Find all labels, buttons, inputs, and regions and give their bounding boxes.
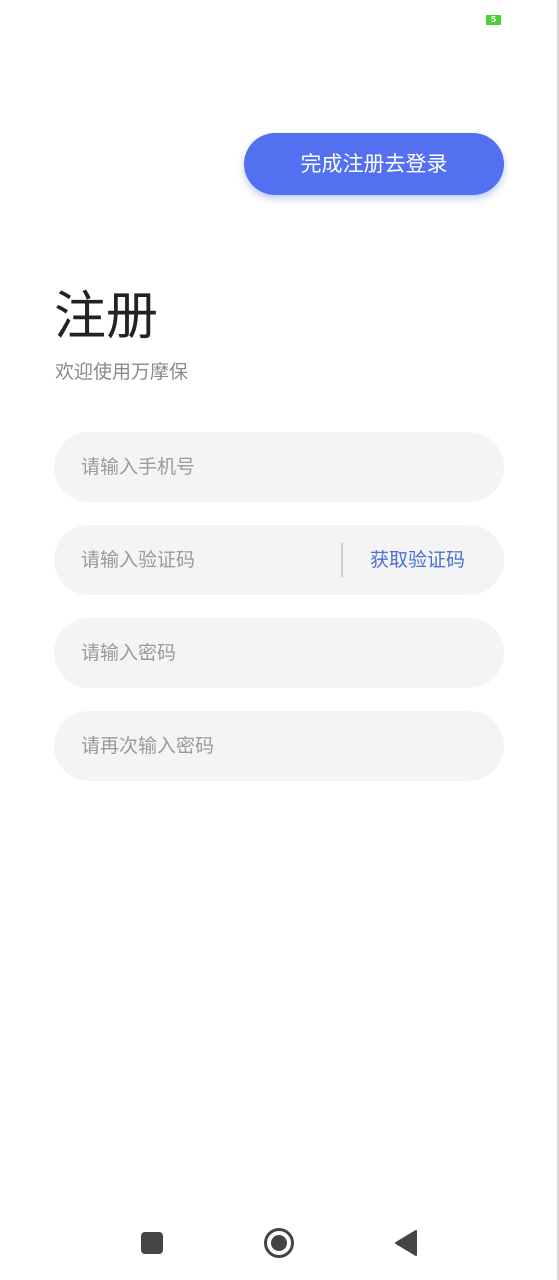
home-icon[interactable] bbox=[263, 1227, 295, 1259]
verification-code-field-container: 获取验证码 bbox=[54, 525, 504, 595]
password-field-container bbox=[54, 618, 504, 688]
finish-register-go-login-button[interactable]: 完成注册去登录 bbox=[244, 133, 504, 195]
page-subtitle: 欢迎使用万摩保 bbox=[55, 361, 189, 383]
page-title: 注册 bbox=[54, 287, 159, 347]
register-screen: 5 完成注册去登录 注册 欢迎使用万摩保 获取验证码 bbox=[0, 0, 559, 1280]
get-verification-code-button[interactable]: 获取验证码 bbox=[370, 525, 465, 595]
phone-input[interactable] bbox=[81, 432, 471, 502]
back-icon[interactable] bbox=[394, 1229, 418, 1257]
password-input[interactable] bbox=[81, 618, 471, 688]
verification-code-input[interactable] bbox=[81, 525, 331, 595]
battery-icon: 5 bbox=[486, 15, 501, 25]
recent-apps-icon[interactable] bbox=[141, 1232, 163, 1254]
code-divider bbox=[341, 543, 343, 577]
confirm-password-input[interactable] bbox=[81, 711, 471, 781]
phone-field-container bbox=[54, 432, 504, 502]
confirm-password-field-container bbox=[54, 711, 504, 781]
